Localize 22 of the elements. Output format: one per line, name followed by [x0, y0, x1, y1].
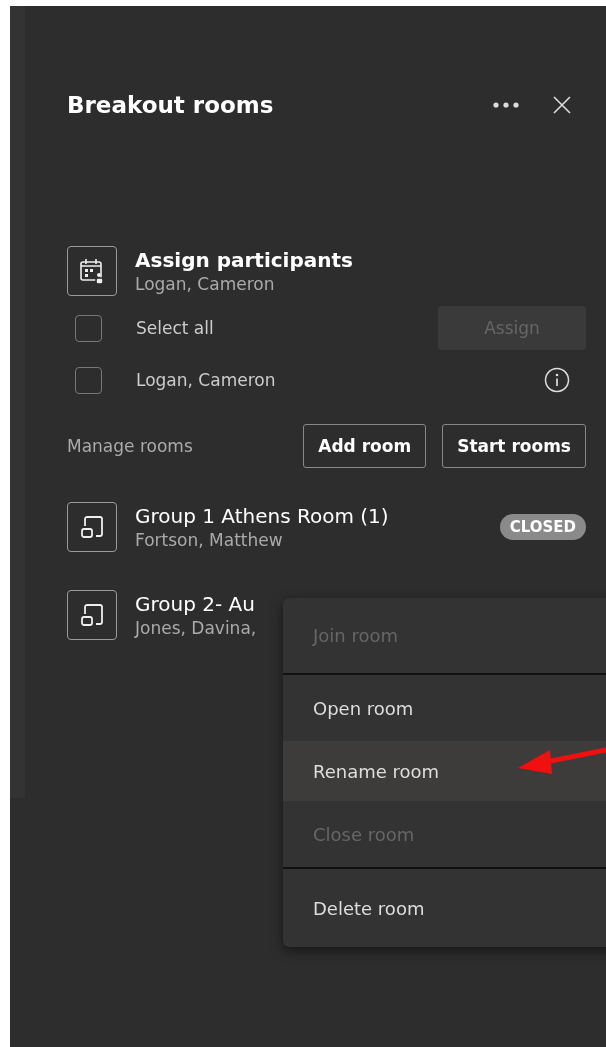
- room-action-button[interactable]: Add room: [303, 424, 427, 468]
- room-icon: [67, 590, 117, 640]
- room-members: Fortson, Matthew: [135, 530, 283, 550]
- room-name[interactable]: Group 1 Athens Room (1): [135, 504, 389, 528]
- room-name[interactable]: Group 2- Au: [135, 592, 255, 616]
- checkbox-label: Select all: [136, 318, 215, 338]
- room-icon: [67, 502, 117, 552]
- menu-item[interactable]: Open room: [283, 675, 606, 741]
- manage-rooms-label: Manage rooms: [67, 436, 194, 456]
- menu-item[interactable]: Delete room: [283, 869, 606, 947]
- participant-name: Logan, Cameron: [136, 370, 277, 390]
- info-icon[interactable]: [544, 367, 570, 393]
- room-members: Jones, Davina,: [135, 618, 257, 638]
- room-action-button[interactable]: Start rooms: [442, 424, 586, 468]
- section-title: Assign participants: [135, 248, 353, 272]
- calendar-people-icon: [67, 246, 117, 296]
- select-all-checkbox[interactable]: [75, 314, 102, 342]
- participant-checkbox[interactable]: [75, 366, 102, 394]
- status-badge: CLOSED: [499, 514, 586, 540]
- participant-summary: Logan, Cameron: [135, 274, 275, 294]
- panel-title: Breakout rooms: [67, 92, 275, 118]
- menu-item[interactable]: Rename room: [283, 741, 606, 801]
